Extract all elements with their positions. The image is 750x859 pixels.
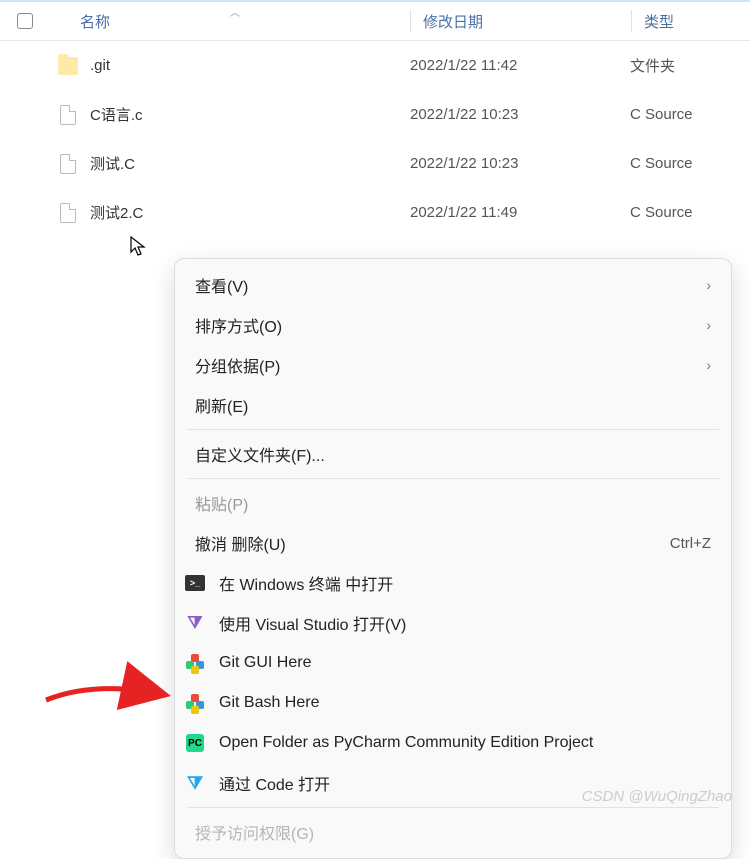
sort-indicator-icon: ︿ <box>230 4 240 19</box>
chevron-right-icon: › <box>706 357 711 373</box>
menu-shortcut: Ctrl+Z <box>670 535 711 552</box>
file-name: C语言.c <box>90 104 143 125</box>
git-icon <box>183 651 207 675</box>
file-icon <box>58 154 78 174</box>
menu-item-group[interactable]: 分组依据(P) › <box>175 345 731 385</box>
context-menu: 查看(V) › 排序方式(O) › 分组依据(P) › 刷新(E) 自定义文件夹… <box>174 258 732 859</box>
file-row[interactable]: 测试.C 2022/1/22 10:23 C Source <box>0 139 750 188</box>
menu-separator <box>187 429 719 430</box>
column-header-type[interactable]: 类型 <box>632 11 750 32</box>
folder-icon <box>58 56 78 76</box>
select-all-cell[interactable] <box>0 13 50 29</box>
file-name: 测试2.C <box>90 202 143 223</box>
red-arrow-annotation-icon <box>36 620 186 710</box>
column-header-row: ︿ 名称 修改日期 类型 <box>0 0 750 41</box>
file-row[interactable]: C语言.c 2022/1/22 10:23 C Source <box>0 90 750 139</box>
menu-item-customize-folder[interactable]: 自定义文件夹(F)... <box>175 434 731 474</box>
file-date: 2022/1/22 11:42 <box>410 57 630 74</box>
cursor-icon <box>130 236 148 263</box>
file-icon <box>58 105 78 125</box>
menu-item-pycharm[interactable]: PC Open Folder as PyCharm Community Edit… <box>175 723 731 763</box>
menu-separator <box>187 478 719 479</box>
menu-item-git-bash[interactable]: Git Bash Here <box>175 683 731 723</box>
file-icon <box>58 203 78 223</box>
menu-item-paste: 粘贴(P) <box>175 483 731 523</box>
git-icon <box>183 691 207 715</box>
file-name: .git <box>90 57 110 74</box>
menu-item-git-gui[interactable]: Git GUI Here <box>175 643 731 683</box>
terminal-icon: >_ <box>183 571 207 595</box>
file-date: 2022/1/22 11:49 <box>410 204 630 221</box>
menu-item-grant-access[interactable]: 授予访问权限(G) <box>175 812 731 852</box>
chevron-right-icon: › <box>706 317 711 333</box>
menu-separator <box>187 807 719 808</box>
visual-studio-icon: ⧩ <box>183 611 207 635</box>
file-name: 测试.C <box>90 153 135 174</box>
column-header-date[interactable]: 修改日期 <box>411 11 631 32</box>
file-type: C Source <box>630 204 750 221</box>
file-type: C Source <box>630 106 750 123</box>
menu-item-view[interactable]: 查看(V) › <box>175 265 731 305</box>
menu-item-sort[interactable]: 排序方式(O) › <box>175 305 731 345</box>
pycharm-icon: PC <box>183 731 207 755</box>
menu-item-windows-terminal[interactable]: >_ 在 Windows 终端 中打开 <box>175 563 731 603</box>
menu-item-visual-studio[interactable]: ⧩ 使用 Visual Studio 打开(V) <box>175 603 731 643</box>
file-date: 2022/1/22 10:23 <box>410 106 630 123</box>
menu-item-refresh[interactable]: 刷新(E) <box>175 385 731 425</box>
file-type: 文件夹 <box>630 55 750 76</box>
menu-item-vscode[interactable]: ⧩ 通过 Code 打开 <box>175 763 731 803</box>
file-row[interactable]: 测试2.C 2022/1/22 11:49 C Source <box>0 188 750 237</box>
file-row[interactable]: .git 2022/1/22 11:42 文件夹 <box>0 41 750 90</box>
file-date: 2022/1/22 10:23 <box>410 155 630 172</box>
select-all-checkbox[interactable] <box>17 13 33 29</box>
menu-item-undo-delete[interactable]: 撤消 删除(U) Ctrl+Z <box>175 523 731 563</box>
file-type: C Source <box>630 155 750 172</box>
vscode-icon: ⧩ <box>183 771 207 795</box>
chevron-right-icon: › <box>706 277 711 293</box>
